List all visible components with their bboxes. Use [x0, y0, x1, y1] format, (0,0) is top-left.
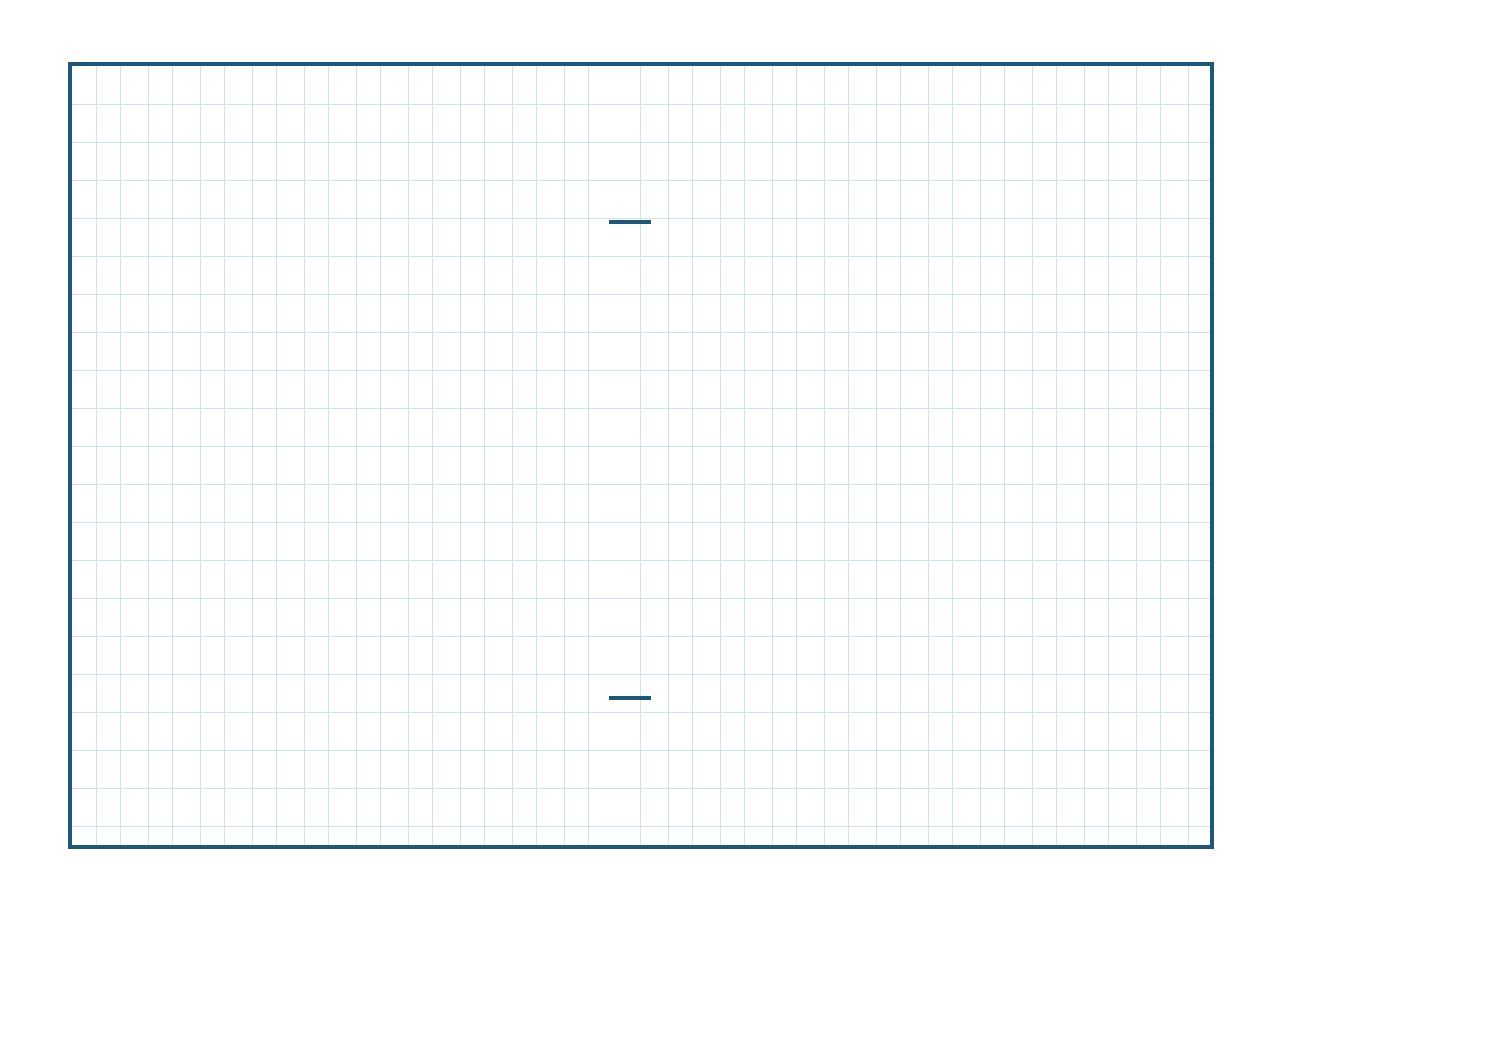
grid-vertical-line	[224, 66, 225, 845]
grid-vertical-line	[484, 66, 485, 845]
grid-horizontal-line	[72, 370, 1210, 371]
grid-vertical-line	[304, 66, 305, 845]
grid-vertical-line	[460, 66, 461, 845]
grid-vertical-line	[1136, 66, 1137, 845]
grid-vertical-line	[952, 66, 953, 845]
grid-horizontal-line	[72, 332, 1210, 333]
grid-horizontal-line	[72, 256, 1210, 257]
grid-vertical-line	[200, 66, 201, 845]
grid-vertical-line	[744, 66, 745, 845]
grid-vertical-line	[120, 66, 121, 845]
grid-vertical-line	[1032, 66, 1033, 845]
grid-horizontal-line	[72, 104, 1210, 105]
grid-vertical-line	[536, 66, 537, 845]
grid-vertical-line	[1004, 66, 1005, 845]
grid-vertical-line	[720, 66, 721, 845]
grid-horizontal-line	[72, 446, 1210, 447]
grid-vertical-line	[928, 66, 929, 845]
grid-vertical-line	[796, 66, 797, 845]
grid-horizontal-line	[72, 636, 1210, 637]
grid-horizontal-line	[72, 560, 1210, 561]
grid-vertical-line	[1084, 66, 1085, 845]
grid-horizontal-line	[72, 218, 1210, 219]
text-cursor-bottom-bar[interactable]	[609, 696, 651, 700]
grid-vertical-line	[900, 66, 901, 845]
grid-vertical-line	[772, 66, 773, 845]
grid-horizontal-line	[72, 598, 1210, 599]
grid-vertical-line	[96, 66, 97, 845]
grid-vertical-line	[876, 66, 877, 845]
background-grid	[72, 66, 1210, 845]
text-cursor-top-bar[interactable]	[609, 220, 651, 224]
grid-horizontal-line	[72, 408, 1210, 409]
grid-vertical-line	[356, 66, 357, 845]
grid-vertical-line	[848, 66, 849, 845]
grid-vertical-line	[148, 66, 149, 845]
grid-horizontal-line	[72, 788, 1210, 789]
grid-vertical-line	[512, 66, 513, 845]
grid-horizontal-line	[72, 484, 1210, 485]
grid-vertical-line	[328, 66, 329, 845]
grid-vertical-line	[564, 66, 565, 845]
grid-vertical-line	[1188, 66, 1189, 845]
grid-vertical-line	[1108, 66, 1109, 845]
grid-vertical-line	[692, 66, 693, 845]
grid-vertical-line	[668, 66, 669, 845]
grid-vertical-line	[824, 66, 825, 845]
grid-vertical-line	[432, 66, 433, 845]
grid-horizontal-line	[72, 674, 1210, 675]
grid-vertical-line	[980, 66, 981, 845]
page	[0, 0, 1490, 1053]
grid-horizontal-line	[72, 294, 1210, 295]
grid-vertical-line	[640, 66, 641, 845]
grid-vertical-line	[276, 66, 277, 845]
grid-vertical-line	[1056, 66, 1057, 845]
grid-horizontal-line	[72, 142, 1210, 143]
grid-vertical-line	[252, 66, 253, 845]
grid-horizontal-line	[72, 712, 1210, 713]
grid-vertical-line	[1160, 66, 1161, 845]
grid-horizontal-line	[72, 522, 1210, 523]
grid-vertical-line	[408, 66, 409, 845]
grid-horizontal-line	[72, 826, 1210, 827]
grid-vertical-line	[588, 66, 589, 845]
grid-vertical-line	[380, 66, 381, 845]
grid-horizontal-line	[72, 180, 1210, 181]
grid-vertical-line	[172, 66, 173, 845]
grid-horizontal-line	[72, 750, 1210, 751]
